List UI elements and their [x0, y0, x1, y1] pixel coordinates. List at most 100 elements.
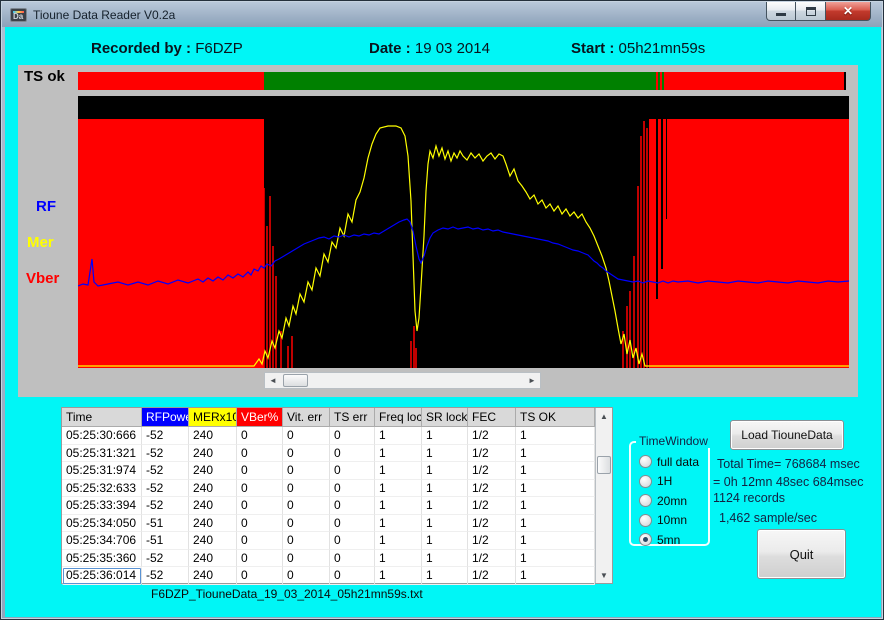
table-cell[interactable]: 1 — [516, 462, 595, 480]
table-cell[interactable]: 1 — [516, 497, 595, 515]
table-cell[interactable]: 1/2 — [468, 445, 516, 463]
table-row[interactable]: 05:25:36:014-52240000111/21 — [62, 567, 595, 585]
table-cell[interactable]: -52 — [142, 427, 189, 445]
table-cell[interactable]: 1 — [422, 497, 468, 515]
table-cell[interactable]: 05:25:35:360 — [62, 550, 142, 568]
table-cell[interactable]: -51 — [142, 515, 189, 533]
table-cell[interactable]: 1/2 — [468, 462, 516, 480]
table-cell[interactable]: 05:25:33:394 — [62, 497, 142, 515]
table-cell[interactable]: 1 — [422, 480, 468, 498]
table-cell[interactable]: 240 — [189, 427, 237, 445]
table-cell[interactable]: 1 — [375, 497, 422, 515]
titlebar[interactable]: Tioune Data Reader V0.2a ✕ — [2, 2, 882, 27]
column-header[interactable]: VBer% — [237, 408, 283, 427]
table-cell[interactable]: 05:25:31:974 — [62, 462, 142, 480]
table-cell[interactable]: 0 — [330, 532, 375, 550]
table-cell[interactable]: 240 — [189, 515, 237, 533]
quit-button[interactable]: Quit — [757, 529, 846, 579]
table-cell[interactable]: 0 — [237, 532, 283, 550]
table-cell[interactable]: 1/2 — [468, 567, 516, 585]
table-cell[interactable]: 0 — [283, 462, 330, 480]
table-cell[interactable]: 1 — [516, 480, 595, 498]
table-cell[interactable]: 0 — [237, 515, 283, 533]
column-header[interactable]: RFPower — [142, 408, 189, 427]
column-header[interactable]: TS err — [330, 408, 375, 427]
table-cell[interactable]: 1/2 — [468, 480, 516, 498]
table-cell[interactable]: 1 — [422, 462, 468, 480]
column-header[interactable]: MERx10 — [189, 408, 237, 427]
table-vertical-scrollbar[interactable]: ▲ ▼ — [595, 408, 612, 583]
table-cell[interactable]: 240 — [189, 497, 237, 515]
table-row[interactable]: 05:25:31:321-52240000111/21 — [62, 445, 595, 463]
load-tiounedata-button[interactable]: Load TiouneData — [730, 420, 844, 450]
table-cell[interactable]: 1 — [375, 550, 422, 568]
table-cell[interactable]: 0 — [283, 480, 330, 498]
table-cell[interactable]: 1 — [375, 462, 422, 480]
table-cell[interactable]: 1 — [516, 427, 595, 445]
table-cell[interactable]: 0 — [237, 550, 283, 568]
table-cell[interactable]: -52 — [142, 550, 189, 568]
table-cell[interactable]: 0 — [330, 567, 375, 585]
table-cell[interactable]: 05:25:34:706 — [62, 532, 142, 550]
table-cell[interactable]: 0 — [237, 567, 283, 585]
table-cell[interactable]: 1 — [422, 427, 468, 445]
table-row[interactable]: 05:25:34:706-51240000111/21 — [62, 532, 595, 550]
column-header[interactable]: Freq lock — [375, 408, 422, 427]
scroll-right-icon[interactable]: ► — [524, 373, 540, 388]
table-cell[interactable]: -51 — [142, 532, 189, 550]
maximize-button[interactable] — [796, 2, 825, 21]
table-cell[interactable]: 0 — [283, 515, 330, 533]
scroll-down-icon[interactable]: ▼ — [596, 567, 612, 583]
table-cell[interactable]: 0 — [330, 550, 375, 568]
table-cell[interactable]: 1 — [516, 532, 595, 550]
table-cell[interactable]: -52 — [142, 445, 189, 463]
table-cell[interactable]: 0 — [237, 445, 283, 463]
table-cell[interactable]: 0 — [330, 497, 375, 515]
table-cell[interactable]: 240 — [189, 567, 237, 585]
scroll-up-icon[interactable]: ▲ — [596, 408, 612, 424]
table-cell[interactable]: 1 — [422, 445, 468, 463]
table-cell[interactable]: 1 — [516, 445, 595, 463]
table-cell[interactable]: 1 — [422, 515, 468, 533]
table-cell[interactable]: 1/2 — [468, 515, 516, 533]
table-cell[interactable]: 1 — [516, 567, 595, 585]
radio-option-20mn[interactable]: 20mn — [639, 491, 708, 511]
radio-option-10mn[interactable]: 10mn — [639, 511, 708, 531]
table-cell[interactable]: 05:25:34:050 — [62, 515, 142, 533]
radio-option-1H[interactable]: 1H — [639, 472, 708, 492]
table-cell[interactable]: 1/2 — [468, 532, 516, 550]
radio-option-5mn[interactable]: 5mn — [639, 530, 708, 550]
table-cell[interactable]: 1 — [422, 567, 468, 585]
table-cell[interactable]: 0 — [330, 462, 375, 480]
table-cell[interactable]: 240 — [189, 480, 237, 498]
column-header[interactable]: SR lock — [422, 408, 468, 427]
table-row[interactable]: 05:25:32:633-52240000111/21 — [62, 480, 595, 498]
column-header[interactable]: TS OK — [516, 408, 595, 427]
table-row[interactable]: 05:25:35:360-52240000111/21 — [62, 550, 595, 568]
table-cell[interactable]: 0 — [237, 427, 283, 445]
table-cell[interactable]: 1/2 — [468, 550, 516, 568]
table-cell[interactable]: 240 — [189, 532, 237, 550]
table-row[interactable]: 05:25:30:666-52240000111/21 — [62, 427, 595, 445]
radio-option-full-data[interactable]: full data — [639, 452, 708, 472]
table-cell[interactable]: 1 — [422, 550, 468, 568]
table-cell[interactable]: 0 — [330, 515, 375, 533]
table-cell[interactable]: 05:25:32:633 — [62, 480, 142, 498]
table-cell[interactable]: 1 — [375, 480, 422, 498]
table-cell[interactable]: 240 — [189, 445, 237, 463]
table-cell[interactable]: 0 — [283, 567, 330, 585]
table-cell[interactable]: 1 — [422, 532, 468, 550]
table-cell[interactable]: -52 — [142, 497, 189, 515]
table-cell[interactable]: 1 — [375, 567, 422, 585]
scroll-thumb[interactable] — [597, 456, 611, 474]
table-cell[interactable]: -52 — [142, 567, 189, 585]
column-header[interactable]: Time — [62, 408, 142, 427]
table-cell[interactable]: 0 — [330, 427, 375, 445]
table-cell[interactable]: 0 — [237, 480, 283, 498]
table-cell[interactable]: 0 — [283, 427, 330, 445]
table-row[interactable]: 05:25:31:974-52240000111/21 — [62, 462, 595, 480]
table-cell[interactable]: 0 — [283, 532, 330, 550]
chart-horizontal-scrollbar[interactable]: ◄ ► — [264, 372, 541, 389]
table-cell[interactable]: 0 — [283, 550, 330, 568]
table-row[interactable]: 05:25:34:050-51240000111/21 — [62, 515, 595, 533]
